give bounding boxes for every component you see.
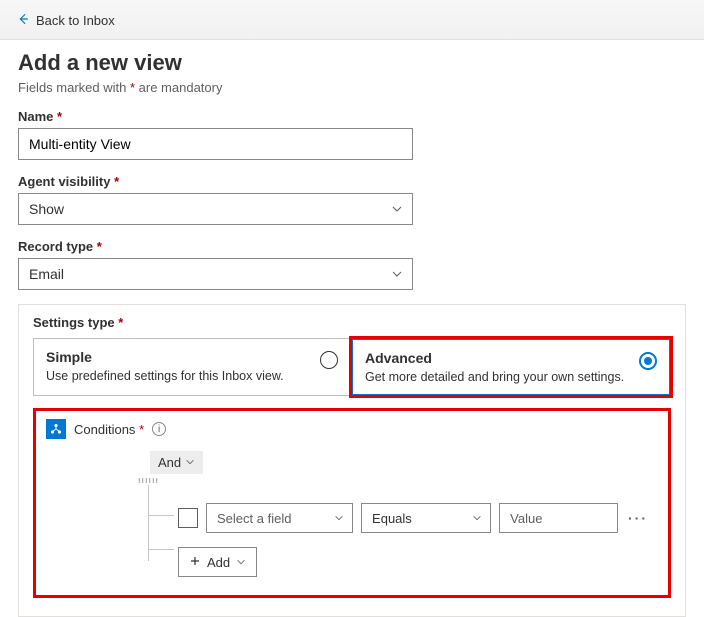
simple-title: Simple — [46, 349, 338, 365]
condition-checkbox[interactable] — [178, 508, 198, 528]
settings-type-label: Settings type * — [33, 315, 671, 330]
chevron-down-icon — [185, 455, 195, 470]
arrow-left-icon — [16, 12, 30, 29]
radio-unchecked-icon — [320, 351, 338, 369]
record-type-label: Record type * — [18, 239, 686, 254]
name-label: Name * — [18, 109, 686, 124]
group-drop-hint: ıııııı — [138, 475, 650, 485]
simple-desc: Use predefined settings for this Inbox v… — [46, 369, 338, 383]
condition-field-select[interactable]: Select a field — [206, 503, 353, 533]
settings-type-advanced[interactable]: Advanced Get more detailed and bring you… — [351, 338, 671, 396]
advanced-title: Advanced — [365, 350, 657, 366]
condition-row: Select a field Equals Valu — [132, 485, 650, 533]
add-condition-row: Add — [132, 533, 650, 577]
record-type-select[interactable]: Email — [18, 258, 413, 290]
info-icon[interactable]: i — [152, 422, 166, 436]
agent-visibility-label: Agent visibility * — [18, 174, 686, 189]
agent-visibility-select[interactable]: Show — [18, 193, 413, 225]
condition-more-button[interactable]: ··· — [626, 510, 650, 526]
add-condition-button[interactable]: Add — [178, 547, 257, 577]
condition-value-input[interactable]: Value — [499, 503, 618, 533]
tree-connector-horizontal — [148, 549, 174, 550]
conditions-label: Conditions * — [74, 422, 144, 437]
conditions-icon — [46, 419, 66, 439]
tree-connector-horizontal — [148, 515, 174, 516]
condition-operator-select[interactable]: Equals — [361, 503, 491, 533]
mandatory-note: Fields marked with * are mandatory — [18, 80, 686, 95]
chevron-down-icon — [334, 513, 344, 523]
name-input[interactable] — [18, 128, 413, 160]
back-link-label: Back to Inbox — [36, 13, 115, 28]
chevron-down-icon — [472, 513, 482, 523]
back-to-inbox-link[interactable]: Back to Inbox — [0, 8, 131, 33]
advanced-desc: Get more detailed and bring your own set… — [365, 370, 657, 384]
settings-type-simple[interactable]: Simple Use predefined settings for this … — [33, 338, 351, 396]
page-title: Add a new view — [18, 50, 686, 76]
and-operator-chip[interactable]: And — [150, 451, 203, 474]
settings-panel: Settings type * Simple Use predefined se… — [18, 304, 686, 617]
plus-icon — [189, 555, 201, 570]
chevron-down-icon — [236, 555, 246, 570]
radio-checked-icon — [639, 352, 657, 370]
conditions-panel: Conditions * i And ıııııı — [33, 408, 671, 598]
